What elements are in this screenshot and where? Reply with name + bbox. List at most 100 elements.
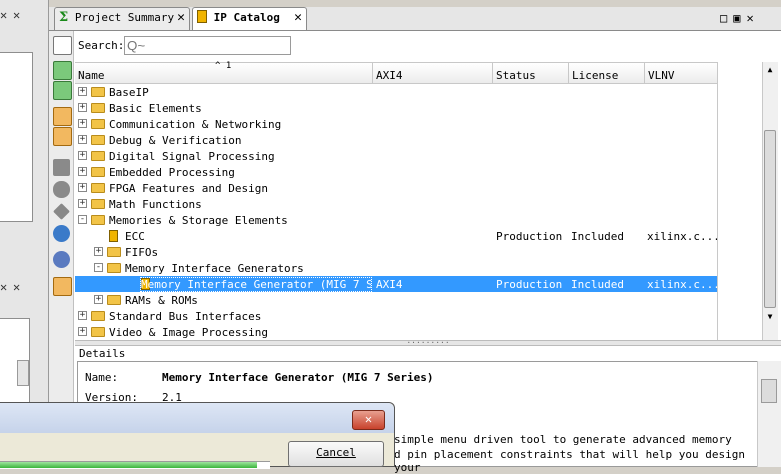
details-scrollbar[interactable] xyxy=(757,361,781,467)
maximize-icon[interactable]: ▣ xyxy=(733,11,746,25)
dialog-titlebar[interactable] xyxy=(0,403,394,433)
dialog-close-button[interactable]: ✕ xyxy=(352,410,385,430)
row-axi4: AXI4 xyxy=(376,278,403,291)
customize-ip-icon[interactable] xyxy=(53,181,70,198)
close-icon[interactable]: ✕ xyxy=(177,10,185,25)
table-row[interactable]: + BaseIP xyxy=(75,84,718,100)
row-license: Included xyxy=(571,278,624,291)
collapse-all-icon[interactable] xyxy=(53,36,72,55)
folder-icon xyxy=(91,215,105,225)
row-name: FPGA Features and Design xyxy=(109,182,268,195)
column-header-vlnv[interactable]: VLNV xyxy=(645,63,718,84)
restore-icon[interactable]: □ xyxy=(720,11,733,25)
left-scrollbar[interactable] xyxy=(17,360,29,386)
column-header-name[interactable]: Name ^ 1 xyxy=(75,61,373,84)
close-icon[interactable]: ✕ xyxy=(294,10,302,25)
left-lower-panel-close-icon[interactable]: ✕ xyxy=(0,280,7,294)
show-tree-icon[interactable] xyxy=(53,127,72,146)
progress-bar xyxy=(0,461,270,469)
row-name: Basic Elements xyxy=(109,102,202,115)
left-panel-close-icon[interactable]: ✕ xyxy=(13,8,20,22)
search-options-icon[interactable] xyxy=(53,81,72,100)
diamond-icon[interactable] xyxy=(53,203,70,220)
expand-icon[interactable]: + xyxy=(78,103,87,112)
search-input[interactable] xyxy=(124,36,291,55)
row-name: Memories & Storage Elements xyxy=(109,214,288,227)
row-status: Production xyxy=(496,230,563,243)
row-name: FIFOs xyxy=(125,246,159,259)
expand-icon[interactable]: + xyxy=(94,247,103,256)
column-header-license[interactable]: License xyxy=(569,63,645,84)
left-lower-panel-close-icon[interactable]: ✕ xyxy=(13,280,20,294)
table-row[interactable]: + FIFOs xyxy=(75,244,718,260)
panel-splitter[interactable]: ········· xyxy=(75,339,781,347)
row-name: Memory Interface Generator (MIG 7 S... xyxy=(140,277,372,292)
scrollbar-thumb[interactable] xyxy=(764,130,776,308)
details-scrollbar-thumb[interactable] xyxy=(761,379,777,403)
table-row[interactable]: + Digital Signal Processing xyxy=(75,148,718,164)
collapse-icon[interactable]: - xyxy=(94,263,103,272)
row-name: Communication & Networking xyxy=(109,118,282,131)
collapse-icon[interactable]: - xyxy=(78,215,87,224)
table-row[interactable]: + RAMs & ROMs xyxy=(75,292,718,308)
search-row: Search: xyxy=(75,33,781,59)
table-row[interactable]: + Standard Bus Interfaces xyxy=(75,308,718,324)
tab-ip-catalog[interactable]: IP Catalog ✕ xyxy=(192,7,307,30)
expand-icon[interactable]: + xyxy=(78,151,87,160)
cancel-button[interactable]: Cancel xyxy=(288,441,384,467)
table-row[interactable]: + Video & Image Processing xyxy=(75,324,718,340)
table-row[interactable]: + FPGA Features and Design xyxy=(75,180,718,196)
table-row[interactable]: ECC Production Included xilinx.c... xyxy=(75,228,720,244)
scroll-up-icon[interactable]: ▲ xyxy=(763,63,777,77)
group-by-category-icon[interactable] xyxy=(53,107,72,126)
column-header-status[interactable]: Status xyxy=(493,63,569,84)
expand-icon[interactable]: + xyxy=(78,135,87,144)
expand-icon[interactable]: + xyxy=(78,199,87,208)
details-description-line: d pin placement constraints that will he… xyxy=(394,448,745,474)
ip-catalog-icon xyxy=(197,10,207,23)
chip-icon[interactable] xyxy=(53,159,70,176)
column-header-axi4[interactable]: AXI4 xyxy=(373,63,493,84)
table-row[interactable]: - Memory Interface Generators xyxy=(75,260,718,276)
expand-icon[interactable]: + xyxy=(78,167,87,176)
folder-icon xyxy=(91,103,105,113)
row-name: BaseIP xyxy=(109,86,149,99)
table-row[interactable]: + Basic Elements xyxy=(75,100,718,116)
expand-icon[interactable]: + xyxy=(78,327,87,336)
expand-icon[interactable]: + xyxy=(78,119,87,128)
folder-icon xyxy=(91,87,105,97)
expand-icon[interactable]: + xyxy=(94,295,103,304)
row-name: ECC xyxy=(125,230,145,243)
settings-icon[interactable] xyxy=(53,251,70,268)
folder-icon xyxy=(91,199,105,209)
folder-icon xyxy=(107,295,121,305)
sigma-icon: Σ xyxy=(59,10,69,25)
ip-tree-table: + BaseIP + Basic Elements + Communication & N… xyxy=(75,84,720,340)
tab-label: IP Catalog xyxy=(213,11,280,24)
scroll-down-icon[interactable]: ▼ xyxy=(763,310,777,324)
expand-icon[interactable]: + xyxy=(78,183,87,192)
details-title: Details xyxy=(79,347,126,360)
tab-project-summary[interactable]: Σ Project Summary ✕ xyxy=(54,7,190,30)
table-row[interactable]: + Embedded Processing xyxy=(75,164,718,180)
left-panel-close-icon[interactable]: ✕ xyxy=(0,8,7,22)
row-vlnv: xilinx.c... xyxy=(647,230,720,243)
table-row[interactable]: + Debug & Verification xyxy=(75,132,718,148)
table-row[interactable]: + Math Functions xyxy=(75,196,718,212)
info-icon[interactable] xyxy=(53,225,70,242)
ip-properties-icon[interactable] xyxy=(53,277,72,296)
row-status: Production xyxy=(496,278,563,291)
table-row[interactable]: - Memories & Storage Elements xyxy=(75,212,718,228)
row-name: Memory Interface Generators xyxy=(125,262,304,275)
expand-icon[interactable]: + xyxy=(78,311,87,320)
table-row[interactable]: + Communication & Networking xyxy=(75,116,718,132)
row-name: Standard Bus Interfaces xyxy=(109,310,262,323)
expand-all-icon[interactable] xyxy=(53,61,72,80)
close-icon[interactable]: ✕ xyxy=(746,11,759,25)
expand-icon[interactable]: + xyxy=(78,87,87,96)
left-panel-view xyxy=(0,52,33,222)
view-controls: □▣✕ xyxy=(720,11,780,27)
table-row[interactable]: Memory Interface Generator (MIG 7 S... AX… xyxy=(75,276,720,292)
folder-icon xyxy=(91,151,105,161)
row-name: Digital Signal Processing xyxy=(109,150,275,163)
